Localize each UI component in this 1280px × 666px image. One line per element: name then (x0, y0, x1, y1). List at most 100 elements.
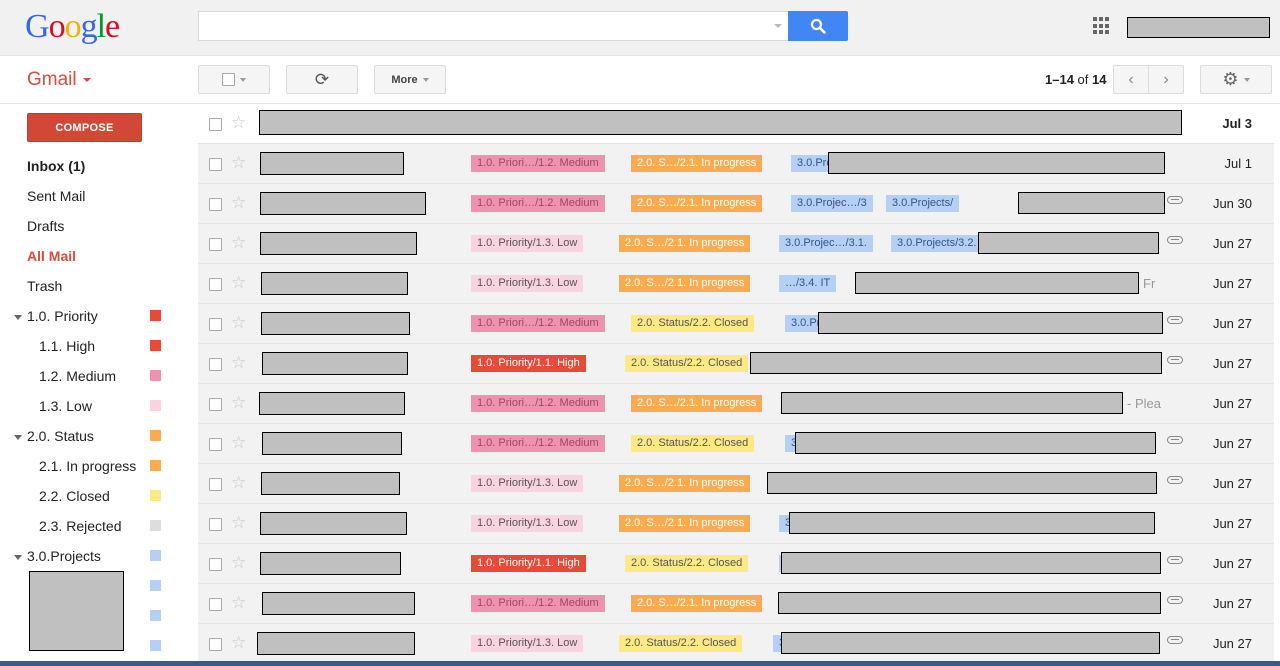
label-color-swatch[interactable] (150, 580, 161, 591)
email-row[interactable]: ☆ Jul 3 (198, 104, 1274, 144)
email-row[interactable]: ☆ 1.0. Priority/1.3. Low 2.0. Status/2.2. … (198, 624, 1274, 664)
sidebar-label-item[interactable]: 2.0. Status (27, 428, 94, 444)
email-row[interactable]: ☆ 1.0. Priori…/1.2. Medium 2.0. Status/2.2… (198, 304, 1274, 344)
label-chip-project[interactable]: 3.0.Projec…/3 (791, 195, 873, 212)
row-checkbox[interactable] (209, 358, 222, 371)
row-checkbox[interactable] (209, 278, 222, 291)
sidebar-label-item[interactable]: 2.2. Closed (39, 488, 110, 504)
sidebar-item-inbox[interactable]: Inbox (1) (27, 158, 85, 174)
sidebar-label-item[interactable]: 1.0. Priority (27, 308, 98, 324)
label-chip-closed[interactable]: 2.0. Status/2.2. Closed (631, 315, 755, 332)
label-chip-inprogress[interactable]: 2.0. S…/2.1. In progress (631, 195, 763, 212)
label-color-swatch[interactable] (150, 340, 161, 351)
account-redacted[interactable] (1127, 17, 1270, 38)
label-color-swatch[interactable] (150, 310, 161, 321)
star-icon[interactable]: ☆ (231, 593, 246, 613)
star-icon[interactable]: ☆ (231, 273, 246, 293)
settings-button[interactable]: ⚙ (1200, 65, 1272, 94)
star-icon[interactable]: ☆ (231, 233, 246, 253)
label-chip-closed[interactable]: 2.0. Status/2.2. Closed (625, 555, 749, 572)
row-checkbox[interactable] (209, 398, 222, 411)
star-icon[interactable]: ☆ (231, 473, 246, 493)
sidebar-item-sent-mail[interactable]: Sent Mail (27, 188, 85, 204)
label-color-swatch[interactable] (150, 640, 161, 651)
star-icon[interactable]: ☆ (231, 513, 246, 533)
sidebar-item-drafts[interactable]: Drafts (27, 218, 64, 234)
label-chip-low[interactable]: 1.0. Priority/1.3. Low (471, 275, 584, 292)
label-chip-high[interactable]: 1.0. Priority/1.1. High (471, 555, 586, 572)
row-checkbox[interactable] (209, 158, 222, 171)
label-chip-low[interactable]: 1.0. Priority/1.3. Low (471, 515, 584, 532)
row-checkbox[interactable] (209, 638, 222, 651)
email-row[interactable]: ☆ 1.0. Priority/1.3. Low 2.0. S…/2.1. In p… (198, 464, 1274, 504)
row-checkbox[interactable] (209, 118, 222, 131)
email-row[interactable]: ☆ 1.0. Priority/1.3. Low 2.0. S…/2.1. In p… (198, 224, 1274, 264)
label-chip-high[interactable]: 1.0. Priority/1.1. High (471, 355, 586, 372)
sidebar-item-trash[interactable]: Trash (27, 278, 62, 294)
select-all-button[interactable] (198, 65, 270, 94)
email-row[interactable]: ☆ 1.0. Priority/1.1. High 2.0. Status/2.2.… (198, 344, 1274, 384)
row-checkbox[interactable] (209, 198, 222, 211)
star-icon[interactable]: ☆ (231, 153, 246, 173)
star-icon[interactable]: ☆ (231, 393, 246, 413)
label-chip-project[interactable]: …/3.4. IT (779, 275, 837, 292)
label-chip-medium[interactable]: 1.0. Priori…/1.2. Medium (471, 155, 605, 172)
label-chip-closed[interactable]: 2.0. Status/2.2. Closed (625, 355, 749, 372)
label-chip-inprogress[interactable]: 2.0. S…/2.1. In progress (619, 515, 751, 532)
star-icon[interactable]: ☆ (231, 313, 246, 333)
sidebar-label-item[interactable]: 1.2. Medium (39, 368, 116, 384)
older-button[interactable]: › (1149, 66, 1183, 93)
gmail-menu[interactable]: Gmail (27, 69, 91, 91)
newer-button[interactable]: ‹ (1114, 66, 1149, 93)
label-color-swatch[interactable] (150, 520, 161, 531)
star-icon[interactable]: ☆ (231, 113, 246, 133)
label-chip-closed[interactable]: 2.0. Status/2.2. Closed (619, 635, 743, 652)
google-logo[interactable]: Google (25, 8, 120, 46)
star-icon[interactable]: ☆ (231, 353, 246, 373)
row-checkbox[interactable] (209, 518, 222, 531)
label-chip-low[interactable]: 1.0. Priority/1.3. Low (471, 235, 584, 252)
label-chip-medium[interactable]: 1.0. Priori…/1.2. Medium (471, 315, 605, 332)
email-row[interactable]: ☆ 1.0. Priori…/1.2. Medium 2.0. S…/2.1. In… (198, 384, 1274, 424)
row-checkbox[interactable] (209, 438, 222, 451)
expand-triangle-icon[interactable] (14, 555, 22, 560)
email-row[interactable]: ☆ 1.0. Priori…/1.2. Medium 2.0. Status/2.2… (198, 424, 1274, 464)
label-chip-low[interactable]: 1.0. Priority/1.3. Low (471, 635, 584, 652)
label-chip-inprogress[interactable]: 2.0. S…/2.1. In progress (619, 235, 751, 252)
label-chip-medium[interactable]: 1.0. Priori…/1.2. Medium (471, 595, 605, 612)
search-button[interactable] (788, 11, 848, 41)
label-chip-project[interactable]: 3.0.Projects/ (886, 195, 960, 212)
row-checkbox[interactable] (209, 598, 222, 611)
label-chip-closed[interactable]: 2.0. Status/2.2. Closed (631, 435, 755, 452)
label-chip-project[interactable]: 3.0.Projec…/3.1. (779, 235, 873, 252)
search-options-dropdown-icon[interactable] (774, 24, 782, 28)
label-color-swatch[interactable] (150, 610, 161, 621)
email-row[interactable]: ☆ 1.0. Priority/1.3. Low 2.0. S…/2.1. In p… (198, 504, 1274, 544)
label-chip-medium[interactable]: 1.0. Priori…/1.2. Medium (471, 395, 605, 412)
star-icon[interactable]: ☆ (231, 433, 246, 453)
refresh-button[interactable]: ⟳ (286, 65, 358, 94)
label-chip-medium[interactable]: 1.0. Priori…/1.2. Medium (471, 435, 605, 452)
sidebar-label-item[interactable]: 1.1. High (39, 338, 95, 354)
sidebar-label-item[interactable]: 1.3. Low (39, 398, 92, 414)
apps-grid-icon[interactable] (1093, 17, 1111, 35)
label-chip-inprogress[interactable]: 2.0. S…/2.1. In progress (631, 395, 763, 412)
row-checkbox[interactable] (209, 238, 222, 251)
more-button[interactable]: More (374, 65, 446, 94)
row-checkbox[interactable] (209, 558, 222, 571)
row-checkbox[interactable] (209, 478, 222, 491)
label-color-swatch[interactable] (150, 370, 161, 381)
email-row[interactable]: ☆ 1.0. Priori…/1.2. Medium 2.0. S…/2.1. In… (198, 144, 1274, 184)
compose-button[interactable]: COMPOSE (27, 113, 142, 142)
email-row[interactable]: ☆ 1.0. Priority/1.1. High 2.0. Status/2.2.… (198, 544, 1274, 584)
star-icon[interactable]: ☆ (231, 633, 246, 653)
label-chip-medium[interactable]: 1.0. Priori…/1.2. Medium (471, 195, 605, 212)
label-color-swatch[interactable] (150, 550, 161, 561)
email-row[interactable]: ☆ 1.0. Priority/1.3. Low 2.0. S…/2.1. In p… (198, 264, 1274, 304)
expand-triangle-icon[interactable] (14, 315, 22, 320)
label-color-swatch[interactable] (150, 490, 161, 501)
sidebar-label-item[interactable]: 2.3. Rejected (39, 518, 122, 534)
label-color-swatch[interactable] (150, 430, 161, 441)
star-icon[interactable]: ☆ (231, 193, 246, 213)
sidebar-label-item[interactable]: 2.1. In progress (39, 458, 136, 474)
